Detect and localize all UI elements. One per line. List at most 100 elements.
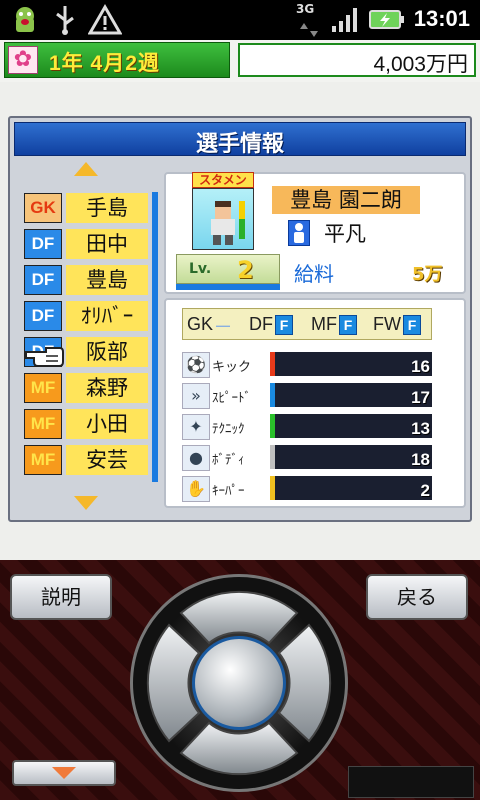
player-name: 豊島 <box>66 265 148 295</box>
roster-row[interactable]: MF 森野 <box>22 372 148 406</box>
back-button[interactable]: 戻る <box>366 574 468 620</box>
clock: 13:01 <box>413 6 470 31</box>
stat-label: ｷｰﾊﾟｰ <box>212 484 245 499</box>
salary-label: 給料 <box>294 262 334 286</box>
stats-panel: GK — DF F MF F FW F ⚽ キック 16 » ｽﾋﾟｰﾄﾞ 17 ✦ ﾃ… <box>164 298 466 508</box>
money-amount: 4,003万円 <box>373 53 468 76</box>
starter-badge: スタメン <box>192 172 254 188</box>
aptitude-mf: MF F <box>311 309 373 339</box>
stat-value: 13 <box>411 419 430 438</box>
stat-fill <box>270 352 275 376</box>
signal-icon <box>330 4 360 41</box>
stat-bar: 2 <box>270 476 432 500</box>
player-full-name: 豊島 園二朗 <box>272 186 420 214</box>
stat-fill <box>270 476 275 500</box>
position-badge: MF <box>24 373 62 403</box>
roster-row[interactable]: MF 安芸 <box>22 444 148 478</box>
personality-icon <box>288 220 310 246</box>
roster-scrollbar-thumb[interactable] <box>152 192 158 482</box>
personality-text: 平凡 <box>324 222 366 246</box>
pointing-hand-cursor-icon <box>24 342 64 368</box>
position-badge: DF <box>24 265 62 295</box>
stat-fill <box>270 445 275 469</box>
sakura-icon: ✿ <box>8 46 38 74</box>
position-badge: GK <box>24 193 62 223</box>
stat-row-body: ● ﾎﾞﾃﾞｨ 18 <box>182 443 454 473</box>
player-portrait <box>192 188 254 250</box>
position-badge: DF <box>24 229 62 259</box>
dpad-down[interactable] <box>179 721 299 776</box>
roster-row-selected[interactable]: DF 豊島 <box>22 264 148 298</box>
player-name: ｵﾘﾊﾞｰ <box>66 301 148 331</box>
roster-row[interactable]: DF 田中 <box>22 228 148 262</box>
player-name: 手島 <box>66 193 148 223</box>
player-name: 安芸 <box>66 445 148 475</box>
panel-title: 選手情報 <box>195 132 284 157</box>
warning-icon <box>87 3 123 43</box>
level-box: Lv. 2 <box>176 254 280 284</box>
body-icon: ● <box>182 445 210 471</box>
controller-slot <box>348 766 474 798</box>
roster-row[interactable]: DF ｵﾘﾊﾞｰ <box>22 300 148 334</box>
aptitude-fw: FW F <box>373 309 435 339</box>
stat-row-speed: » ｽﾋﾟｰﾄﾞ 17 <box>182 381 454 411</box>
stat-label: ﾃｸﾆｯｸ <box>212 422 245 437</box>
stat-value: 16 <box>411 357 430 376</box>
stat-value: 2 <box>420 481 430 500</box>
dpad <box>130 574 348 792</box>
player-name: 森野 <box>66 373 148 403</box>
dpad-right[interactable] <box>277 623 332 743</box>
money-box: 4,003万円 <box>238 43 476 77</box>
roster-row[interactable]: GK 手島 <box>22 192 148 226</box>
stat-row-kick: ⚽ キック 16 <box>182 350 454 380</box>
technique-icon: ✦ <box>182 414 210 440</box>
stat-label: キック <box>212 360 252 375</box>
stat-row-technique: ✦ ﾃｸﾆｯｸ 13 <box>182 412 454 442</box>
stat-bar: 13 <box>270 414 432 438</box>
stat-value: 18 <box>411 450 430 469</box>
stat-bar: 17 <box>270 383 432 407</box>
roster-row[interactable]: MF 小田 <box>22 408 148 442</box>
level-bar <box>176 284 280 290</box>
kick-icon: ⚽ <box>182 352 210 378</box>
roster-list: GK 手島 DF 田中 DF 豊島 DF ｵﾘﾊﾞｰ DF 阪部 MF 森野 M… <box>22 192 150 482</box>
position-badge: MF <box>24 445 62 475</box>
player-name: 小田 <box>66 409 148 439</box>
aptitude-df: DF F <box>249 309 311 339</box>
down-triangle-icon <box>52 767 76 779</box>
player-card: スタメン 豊島 園二朗 平凡 Lv. 2 給料 5万 <box>164 172 466 294</box>
virtual-controller: 説明 戻る <box>0 560 480 800</box>
scroll-up-arrow-icon[interactable] <box>74 162 98 176</box>
usb-icon <box>52 4 78 43</box>
network-type: 3G <box>296 2 315 16</box>
keeper-icon: ✋ <box>182 476 210 502</box>
scroll-down-arrow-icon[interactable] <box>74 496 98 510</box>
date-box: ✿ 1年 4月2週 <box>4 42 230 78</box>
menu-down-button[interactable] <box>12 760 116 786</box>
game-date: 1年 4月2週 <box>49 52 160 75</box>
game-header: ✿ 1年 4月2週 4,003万円 <box>0 40 480 82</box>
player-name: 田中 <box>66 229 148 259</box>
title-bar: 選手情報 <box>14 122 466 157</box>
player-name: 阪部 <box>66 337 148 367</box>
stat-label: ｽﾋﾟｰﾄﾞ <box>212 391 251 406</box>
level-value: 2 <box>237 256 254 284</box>
battery-charging-icon <box>368 4 406 41</box>
android-notification-icon <box>8 4 42 43</box>
help-button[interactable]: 説明 <box>10 574 112 620</box>
stat-label: ﾎﾞﾃﾞｨ <box>212 453 245 468</box>
stat-row-keeper: ✋ ｷｰﾊﾟｰ 2 <box>182 474 454 504</box>
salary-value: 5万 <box>412 264 443 285</box>
level-label: Lv. <box>189 261 212 277</box>
position-badge: MF <box>24 409 62 439</box>
status-bar: 3G 13:01 <box>0 0 480 40</box>
player-info-panel: 選手情報 GK 手島 DF 田中 DF 豊島 DF ｵﾘﾊﾞｰ DF 阪部 MF… <box>8 116 472 522</box>
aptitude-gk: GK — <box>187 314 231 334</box>
dpad-center-button[interactable] <box>192 636 286 730</box>
stat-bar: 18 <box>270 445 432 469</box>
stat-fill <box>270 383 275 407</box>
stat-value: 17 <box>411 388 430 407</box>
speed-icon: » <box>182 383 210 409</box>
stat-bar: 16 <box>270 352 432 376</box>
position-aptitude-row: GK — DF F MF F FW F <box>182 308 432 340</box>
